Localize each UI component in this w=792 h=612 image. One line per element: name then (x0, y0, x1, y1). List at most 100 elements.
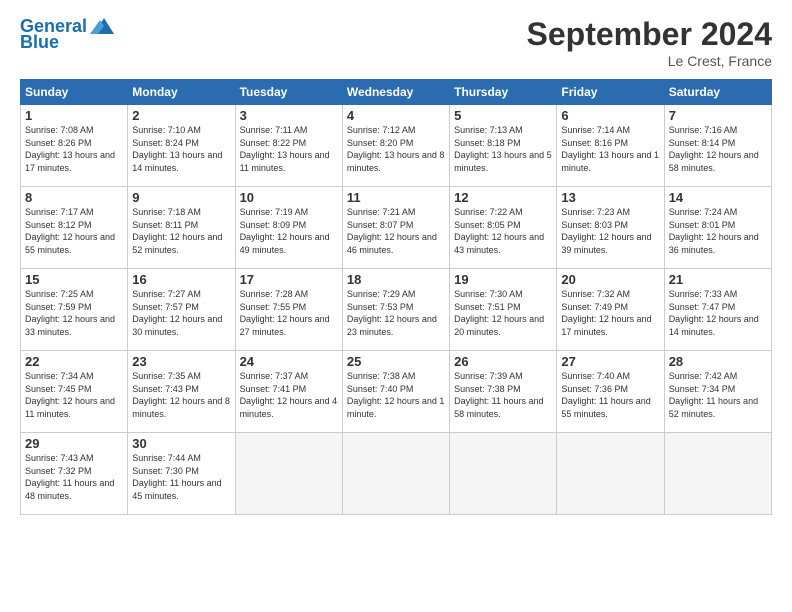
calendar-cell: 22Sunrise: 7:34 AMSunset: 7:45 PMDayligh… (21, 351, 128, 433)
day-number: 8 (25, 190, 123, 205)
calendar-cell: 28Sunrise: 7:42 AMSunset: 7:34 PMDayligh… (664, 351, 771, 433)
calendar-week-1: 1Sunrise: 7:08 AMSunset: 8:26 PMDaylight… (21, 105, 772, 187)
cell-details: Sunrise: 7:35 AMSunset: 7:43 PMDaylight:… (132, 370, 230, 420)
cell-details: Sunrise: 7:39 AMSunset: 7:38 PMDaylight:… (454, 370, 552, 420)
calendar-cell: 27Sunrise: 7:40 AMSunset: 7:36 PMDayligh… (557, 351, 664, 433)
calendar-week-4: 22Sunrise: 7:34 AMSunset: 7:45 PMDayligh… (21, 351, 772, 433)
cell-details: Sunrise: 7:38 AMSunset: 7:40 PMDaylight:… (347, 370, 445, 420)
day-number: 3 (240, 108, 338, 123)
header-day-tuesday: Tuesday (235, 80, 342, 105)
calendar-cell: 18Sunrise: 7:29 AMSunset: 7:53 PMDayligh… (342, 269, 449, 351)
logo-blue: Blue (20, 32, 59, 53)
cell-details: Sunrise: 7:23 AMSunset: 8:03 PMDaylight:… (561, 206, 659, 256)
cell-details: Sunrise: 7:24 AMSunset: 8:01 PMDaylight:… (669, 206, 767, 256)
day-number: 30 (132, 436, 230, 451)
cell-details: Sunrise: 7:08 AMSunset: 8:26 PMDaylight:… (25, 124, 123, 174)
cell-details: Sunrise: 7:14 AMSunset: 8:16 PMDaylight:… (561, 124, 659, 174)
calendar-week-3: 15Sunrise: 7:25 AMSunset: 7:59 PMDayligh… (21, 269, 772, 351)
calendar-cell (235, 433, 342, 515)
calendar-cell: 15Sunrise: 7:25 AMSunset: 7:59 PMDayligh… (21, 269, 128, 351)
day-number: 25 (347, 354, 445, 369)
calendar-cell: 25Sunrise: 7:38 AMSunset: 7:40 PMDayligh… (342, 351, 449, 433)
calendar-cell: 26Sunrise: 7:39 AMSunset: 7:38 PMDayligh… (450, 351, 557, 433)
day-number: 26 (454, 354, 552, 369)
calendar-cell: 30Sunrise: 7:44 AMSunset: 7:30 PMDayligh… (128, 433, 235, 515)
day-number: 16 (132, 272, 230, 287)
header-day-saturday: Saturday (664, 80, 771, 105)
cell-details: Sunrise: 7:43 AMSunset: 7:32 PMDaylight:… (25, 452, 123, 502)
calendar-cell: 4Sunrise: 7:12 AMSunset: 8:20 PMDaylight… (342, 105, 449, 187)
calendar-cell: 13Sunrise: 7:23 AMSunset: 8:03 PMDayligh… (557, 187, 664, 269)
calendar-cell: 16Sunrise: 7:27 AMSunset: 7:57 PMDayligh… (128, 269, 235, 351)
day-number: 15 (25, 272, 123, 287)
calendar-cell: 12Sunrise: 7:22 AMSunset: 8:05 PMDayligh… (450, 187, 557, 269)
day-number: 13 (561, 190, 659, 205)
day-number: 27 (561, 354, 659, 369)
calendar-cell: 2Sunrise: 7:10 AMSunset: 8:24 PMDaylight… (128, 105, 235, 187)
calendar-table: SundayMondayTuesdayWednesdayThursdayFrid… (20, 79, 772, 515)
calendar-cell: 11Sunrise: 7:21 AMSunset: 8:07 PMDayligh… (342, 187, 449, 269)
cell-details: Sunrise: 7:37 AMSunset: 7:41 PMDaylight:… (240, 370, 338, 420)
day-number: 10 (240, 190, 338, 205)
day-number: 20 (561, 272, 659, 287)
cell-details: Sunrise: 7:10 AMSunset: 8:24 PMDaylight:… (132, 124, 230, 174)
location: Le Crest, France (527, 53, 772, 69)
cell-details: Sunrise: 7:22 AMSunset: 8:05 PMDaylight:… (454, 206, 552, 256)
calendar-cell (450, 433, 557, 515)
calendar-cell: 8Sunrise: 7:17 AMSunset: 8:12 PMDaylight… (21, 187, 128, 269)
header-day-friday: Friday (557, 80, 664, 105)
calendar-cell: 14Sunrise: 7:24 AMSunset: 8:01 PMDayligh… (664, 187, 771, 269)
day-number: 1 (25, 108, 123, 123)
calendar-cell: 29Sunrise: 7:43 AMSunset: 7:32 PMDayligh… (21, 433, 128, 515)
day-number: 12 (454, 190, 552, 205)
day-number: 29 (25, 436, 123, 451)
calendar-cell: 23Sunrise: 7:35 AMSunset: 7:43 PMDayligh… (128, 351, 235, 433)
day-number: 11 (347, 190, 445, 205)
header-day-wednesday: Wednesday (342, 80, 449, 105)
cell-details: Sunrise: 7:12 AMSunset: 8:20 PMDaylight:… (347, 124, 445, 174)
header-row: SundayMondayTuesdayWednesdayThursdayFrid… (21, 80, 772, 105)
cell-details: Sunrise: 7:17 AMSunset: 8:12 PMDaylight:… (25, 206, 123, 256)
calendar-cell: 21Sunrise: 7:33 AMSunset: 7:47 PMDayligh… (664, 269, 771, 351)
calendar-cell: 24Sunrise: 7:37 AMSunset: 7:41 PMDayligh… (235, 351, 342, 433)
day-number: 22 (25, 354, 123, 369)
calendar-week-2: 8Sunrise: 7:17 AMSunset: 8:12 PMDaylight… (21, 187, 772, 269)
cell-details: Sunrise: 7:18 AMSunset: 8:11 PMDaylight:… (132, 206, 230, 256)
day-number: 4 (347, 108, 445, 123)
header-day-sunday: Sunday (21, 80, 128, 105)
cell-details: Sunrise: 7:34 AMSunset: 7:45 PMDaylight:… (25, 370, 123, 420)
cell-details: Sunrise: 7:33 AMSunset: 7:47 PMDaylight:… (669, 288, 767, 338)
cell-details: Sunrise: 7:25 AMSunset: 7:59 PMDaylight:… (25, 288, 123, 338)
calendar-cell: 9Sunrise: 7:18 AMSunset: 8:11 PMDaylight… (128, 187, 235, 269)
page: General Blue September 2024 Le Crest, Fr… (0, 0, 792, 525)
calendar-cell (342, 433, 449, 515)
header-day-monday: Monday (128, 80, 235, 105)
calendar-cell: 5Sunrise: 7:13 AMSunset: 8:18 PMDaylight… (450, 105, 557, 187)
logo-icon (90, 16, 114, 36)
cell-details: Sunrise: 7:13 AMSunset: 8:18 PMDaylight:… (454, 124, 552, 174)
cell-details: Sunrise: 7:29 AMSunset: 7:53 PMDaylight:… (347, 288, 445, 338)
header-day-thursday: Thursday (450, 80, 557, 105)
calendar-cell: 3Sunrise: 7:11 AMSunset: 8:22 PMDaylight… (235, 105, 342, 187)
cell-details: Sunrise: 7:28 AMSunset: 7:55 PMDaylight:… (240, 288, 338, 338)
cell-details: Sunrise: 7:21 AMSunset: 8:07 PMDaylight:… (347, 206, 445, 256)
cell-details: Sunrise: 7:19 AMSunset: 8:09 PMDaylight:… (240, 206, 338, 256)
day-number: 19 (454, 272, 552, 287)
calendar-cell (557, 433, 664, 515)
day-number: 18 (347, 272, 445, 287)
cell-details: Sunrise: 7:11 AMSunset: 8:22 PMDaylight:… (240, 124, 338, 174)
day-number: 9 (132, 190, 230, 205)
calendar-cell: 17Sunrise: 7:28 AMSunset: 7:55 PMDayligh… (235, 269, 342, 351)
cell-details: Sunrise: 7:44 AMSunset: 7:30 PMDaylight:… (132, 452, 230, 502)
day-number: 24 (240, 354, 338, 369)
cell-details: Sunrise: 7:40 AMSunset: 7:36 PMDaylight:… (561, 370, 659, 420)
day-number: 6 (561, 108, 659, 123)
cell-details: Sunrise: 7:30 AMSunset: 7:51 PMDaylight:… (454, 288, 552, 338)
cell-details: Sunrise: 7:16 AMSunset: 8:14 PMDaylight:… (669, 124, 767, 174)
day-number: 14 (669, 190, 767, 205)
day-number: 17 (240, 272, 338, 287)
calendar-cell: 10Sunrise: 7:19 AMSunset: 8:09 PMDayligh… (235, 187, 342, 269)
day-number: 2 (132, 108, 230, 123)
cell-details: Sunrise: 7:42 AMSunset: 7:34 PMDaylight:… (669, 370, 767, 420)
calendar-cell (664, 433, 771, 515)
